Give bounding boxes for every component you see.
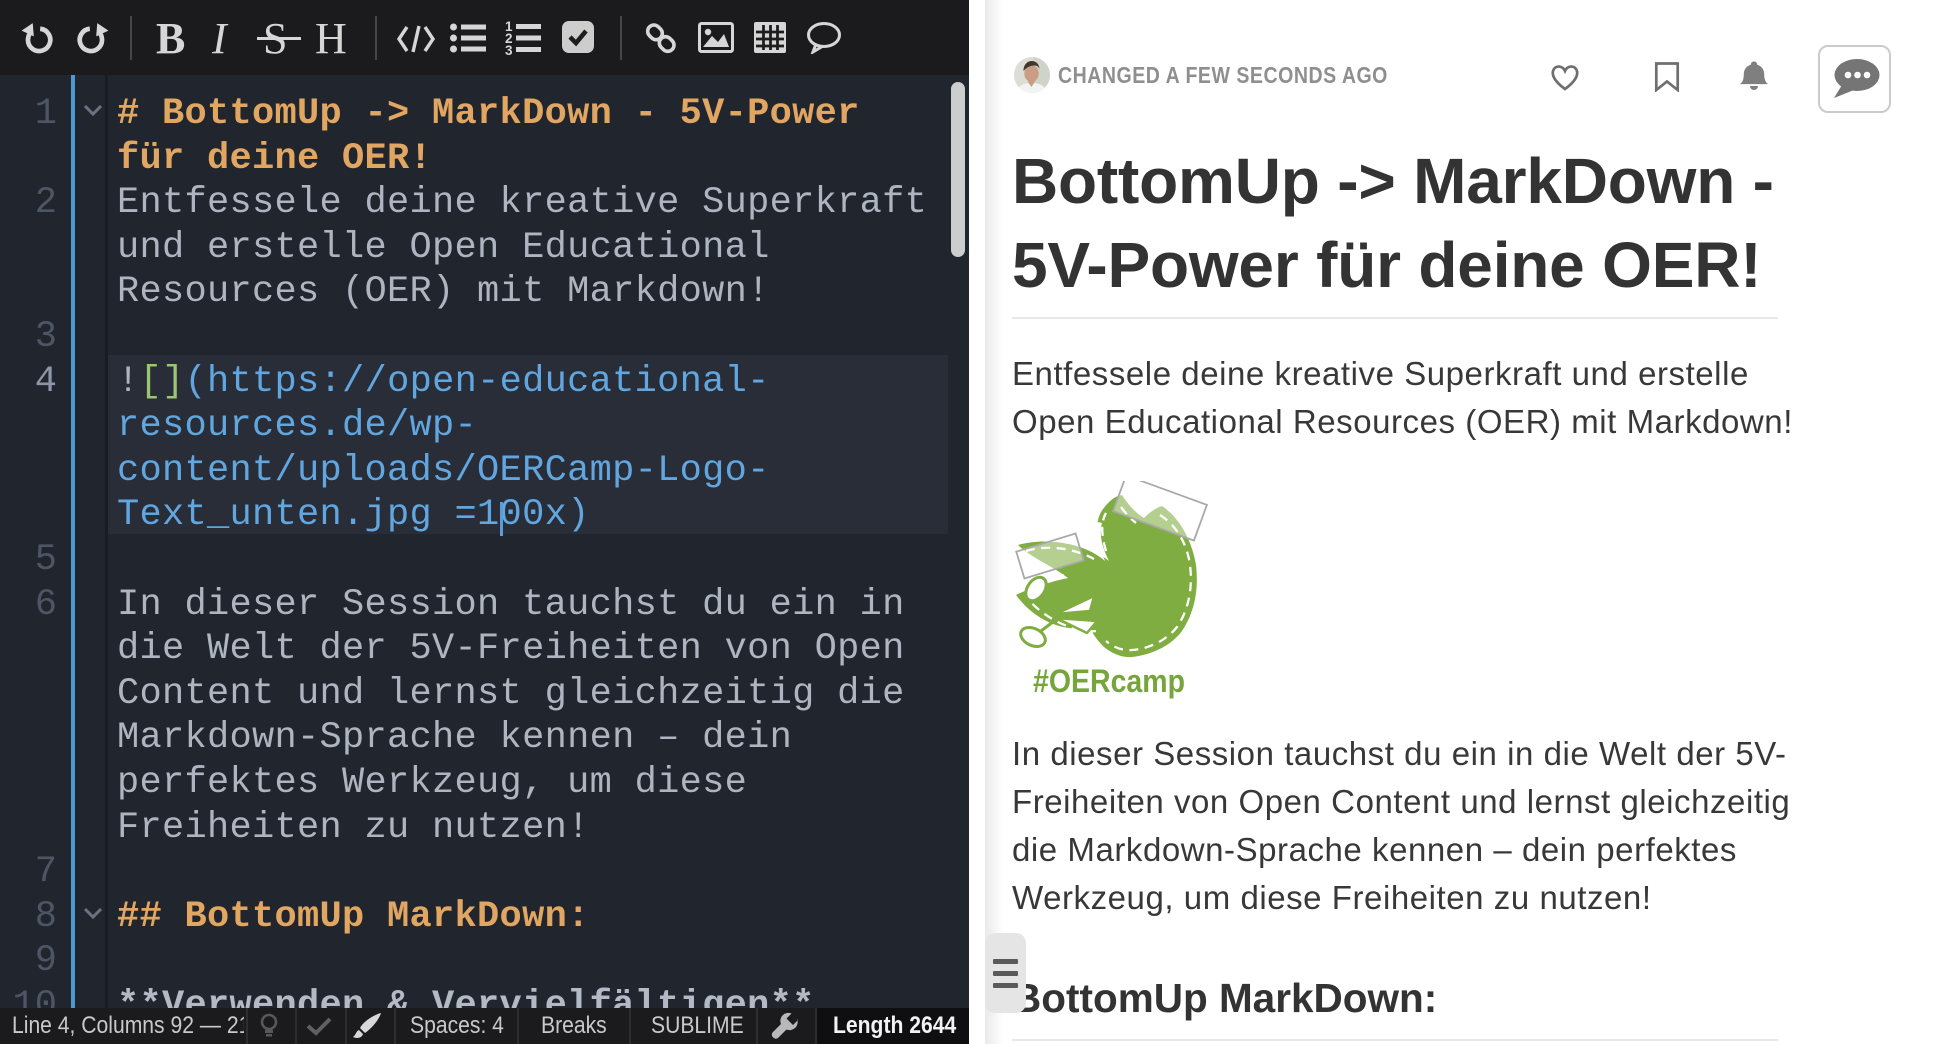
svg-text:3: 3 xyxy=(505,43,513,55)
svg-text:#OERcamp: #OERcamp xyxy=(1033,663,1185,699)
